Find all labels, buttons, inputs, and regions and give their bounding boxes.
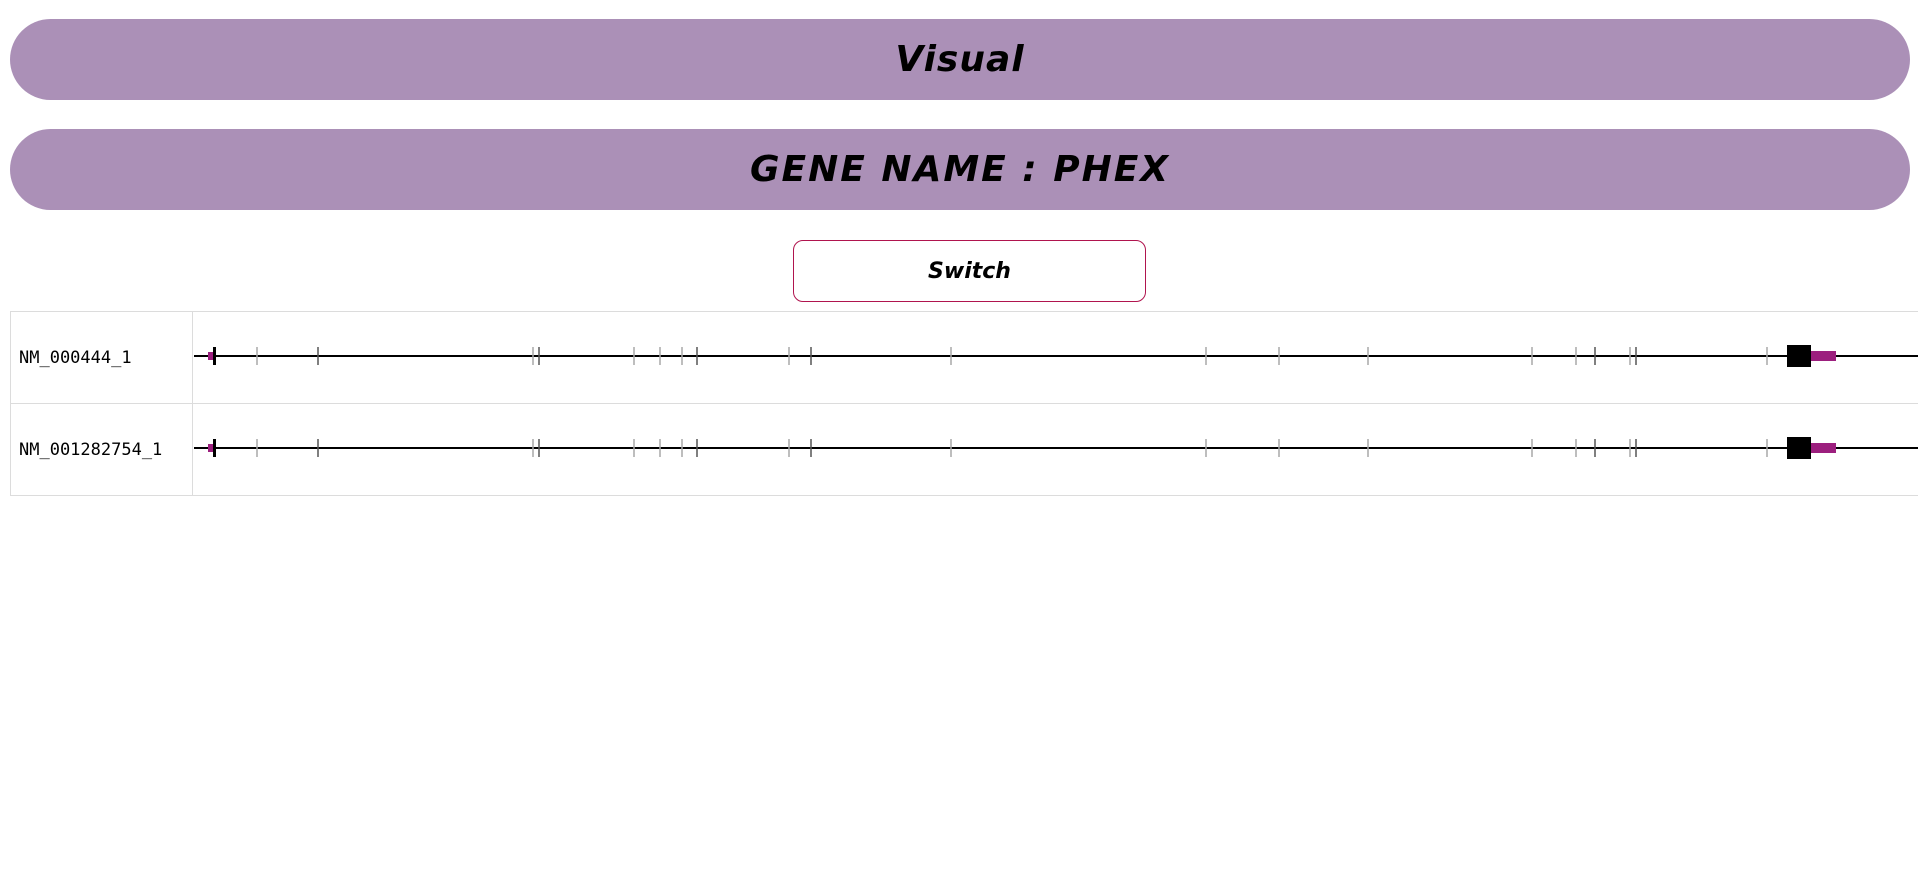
switch-button[interactable]: Switch	[793, 240, 1146, 302]
app-title: Visual	[895, 39, 1025, 80]
last-exon	[1787, 345, 1811, 367]
transcript-track[interactable]	[194, 404, 1918, 496]
transcript-id: NM_001282754_1	[11, 404, 193, 496]
gene-name-banner: GENE NAME : PHEX	[10, 129, 1910, 210]
transcript-row: NM_000444_1	[10, 312, 1918, 404]
transcript-id: NM_000444_1	[11, 312, 193, 404]
first-exon	[213, 347, 216, 365]
transcript-table: NM_000444_1 NM_001282754_1	[10, 311, 1918, 496]
first-exon	[213, 439, 216, 457]
utr-3prime	[1811, 351, 1836, 361]
app-title-banner: Visual	[10, 19, 1910, 100]
gene-model-svg	[194, 345, 1918, 367]
switch-button-label: Switch	[928, 258, 1011, 284]
transcript-track[interactable]	[194, 312, 1918, 404]
gene-model-svg	[194, 437, 1918, 459]
last-exon	[1787, 437, 1811, 459]
transcript-row: NM_001282754_1	[10, 404, 1918, 496]
gene-name-label: GENE NAME : PHEX	[749, 149, 1171, 190]
utr-3prime	[1811, 443, 1836, 453]
